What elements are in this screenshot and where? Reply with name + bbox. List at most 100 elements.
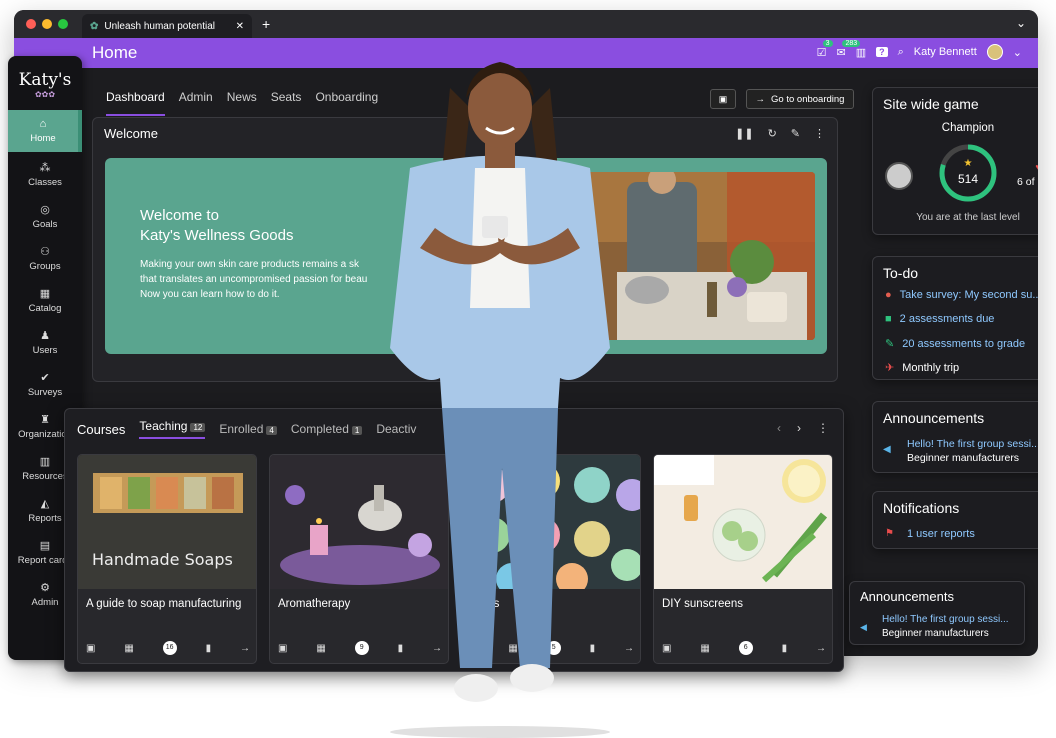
- arrow-right-icon[interactable]: →: [624, 643, 634, 654]
- announcement-text[interactable]: Hello! The first group sessi...: [882, 614, 1009, 625]
- checkbox-icon: ■: [885, 313, 892, 325]
- arrow-right-icon[interactable]: →: [816, 643, 826, 654]
- more-icon[interactable]: ⋮: [814, 127, 825, 140]
- tasks-badge: 3: [822, 39, 833, 47]
- trash-icon[interactable]: ▥: [856, 46, 866, 59]
- search-icon[interactable]: ⌕: [898, 46, 904, 59]
- sidebar-item-label: Classes: [28, 176, 62, 188]
- tab-completed[interactable]: Completed 1: [290, 422, 363, 436]
- announcement-group: Beginner manufacturers: [907, 452, 1020, 464]
- chevron-down-icon[interactable]: ⌄: [1013, 46, 1022, 59]
- chevron-left-icon[interactable]: ‹: [777, 421, 781, 435]
- document-icon[interactable]: ▮: [782, 643, 788, 654]
- report-cards-icon: ▤: [39, 539, 51, 552]
- course-info-icon[interactable]: ▣: [86, 643, 95, 654]
- course-info-icon[interactable]: ▣: [278, 643, 287, 654]
- browser-tab[interactable]: ✿ Unleash human potential ✕: [82, 14, 252, 38]
- notification-item[interactable]: 1 user reports: [907, 528, 975, 540]
- tab-label: Enrolled: [219, 422, 264, 436]
- dashboard-tabs: Dashboard Admin News Seats Onboarding: [106, 90, 378, 116]
- announcements-popover: Announcements ◀ Hello! The first group s…: [849, 581, 1025, 645]
- star-icon: ★: [963, 158, 973, 169]
- document-icon[interactable]: ▮: [206, 643, 212, 654]
- calendar-icon[interactable]: ▦: [700, 643, 709, 654]
- tab-onboarding[interactable]: Onboarding: [315, 90, 378, 116]
- course-image: [654, 455, 832, 589]
- tab-count: 1: [351, 426, 363, 435]
- person-photo: [390, 62, 610, 738]
- tasks-icon[interactable]: ☑ 3: [817, 39, 833, 59]
- todo-item[interactable]: ✎ 20 assessments to grade: [885, 337, 1025, 351]
- course-card[interactable]: Handmade Soaps A guide to soap manufactu…: [77, 454, 257, 664]
- arrow-right-icon[interactable]: →: [240, 643, 250, 654]
- sidebar-item-surveys[interactable]: ✔ Surveys: [8, 364, 82, 406]
- resources-icon: ▥: [39, 455, 51, 468]
- edit-icon[interactable]: ✎: [791, 127, 800, 140]
- users-icon: ♟: [40, 329, 50, 342]
- course-card[interactable]: DIY sunscreens ▣ ▦ 6 ▮ →: [653, 454, 833, 664]
- new-tab-button[interactable]: +: [262, 16, 270, 32]
- tab-news[interactable]: News: [227, 90, 257, 116]
- sidebar-item-catalog[interactable]: ▦ Catalog: [8, 280, 82, 322]
- todo-title: To-do: [883, 265, 919, 281]
- sidebar-item-home[interactable]: ⌂ Home: [8, 110, 82, 152]
- todo-item-label: Take survey: My second su...: [899, 289, 1038, 301]
- notifications-badge: 283: [842, 39, 861, 47]
- maximize-window-button[interactable]: [58, 19, 68, 29]
- tab-teaching[interactable]: Teaching 12: [139, 419, 206, 439]
- header-actions: ☑ 3 ✉ 283 ▥ ? ⌕ Katy Bennett ⌄: [817, 39, 1022, 60]
- tab-menu-icon[interactable]: ⌄: [1016, 16, 1026, 30]
- notifications-icon[interactable]: ✉ 283: [836, 39, 861, 59]
- calendar-icon[interactable]: ▦: [316, 643, 325, 654]
- sidebar-item-label: Surveys: [27, 386, 63, 398]
- tab-label: Unleash human potential: [104, 20, 216, 32]
- sidebar-item-goals[interactable]: ◎ Goals: [8, 196, 82, 238]
- sidebar-item-label: Admin: [31, 596, 59, 608]
- tab-label: Completed: [290, 422, 349, 436]
- flag-icon: ⚑: [885, 528, 894, 539]
- game-rank: 6 of 19: [1017, 176, 1038, 188]
- calendar-icon[interactable]: ▦: [124, 643, 133, 654]
- sidebar-item-label: Groups: [29, 260, 61, 272]
- layout-toggle-button[interactable]: ▣: [710, 89, 736, 109]
- surveys-icon: ✔: [40, 371, 50, 384]
- sidebar-item-users[interactable]: ♟ Users: [8, 322, 82, 364]
- welcome-title: Welcome: [104, 126, 158, 141]
- todo-item[interactable]: ✈ Monthly trip: [885, 361, 959, 375]
- pin-icon: ✈: [885, 362, 895, 374]
- sidebar-item-groups[interactable]: ⚇ Groups: [8, 238, 82, 280]
- refresh-icon[interactable]: ↻: [768, 127, 777, 140]
- banner-text: Making your own skin care products remai…: [140, 257, 415, 302]
- avatar: [885, 162, 913, 190]
- todo-item-label: 2 assessments due: [899, 313, 995, 325]
- tab-close-icon[interactable]: ✕: [236, 21, 244, 32]
- announcement-text[interactable]: Hello! The first group sessi...: [907, 438, 1038, 450]
- game-title: Site wide game: [883, 96, 979, 112]
- tab-seats[interactable]: Seats: [271, 90, 302, 116]
- notifications-panel: Notifications ⚑ 1 user reports: [872, 491, 1038, 549]
- tab-dashboard[interactable]: Dashboard: [106, 90, 165, 116]
- course-title: A guide to soap manufacturing: [86, 598, 242, 610]
- tab-admin[interactable]: Admin: [179, 90, 213, 116]
- home-icon: ⌂: [39, 117, 47, 130]
- tab-enrolled[interactable]: Enrolled 4: [219, 422, 277, 436]
- todo-item[interactable]: ■ 2 assessments due: [885, 313, 994, 325]
- logo-flowers-icon: ✿✿✿: [34, 90, 56, 99]
- more-icon[interactable]: ⋮: [817, 421, 829, 435]
- game-message: You are at the last level: [916, 212, 1020, 223]
- close-window-button[interactable]: [26, 19, 36, 29]
- course-actions: ▣ ▦ 16 ▮ →: [86, 641, 250, 655]
- todo-item[interactable]: ● Take survey: My second su...: [885, 289, 1038, 301]
- chevron-right-icon[interactable]: ›: [797, 421, 801, 435]
- go-to-onboarding-button[interactable]: → Go to onboarding: [746, 89, 854, 109]
- tab-count: 4: [266, 426, 277, 435]
- avatar[interactable]: [986, 44, 1003, 60]
- course-info-icon[interactable]: ▣: [662, 643, 671, 654]
- go-to-onboarding-label: Go to onboarding: [771, 93, 845, 105]
- announcement-group: Beginner manufacturers: [882, 628, 989, 639]
- help-icon[interactable]: ?: [876, 47, 888, 57]
- sidebar-item-classes[interactable]: ⁂ Classes: [8, 154, 82, 196]
- minimize-window-button[interactable]: [42, 19, 52, 29]
- user-name[interactable]: Katy Bennett: [914, 46, 977, 58]
- pause-icon[interactable]: ❚❚: [735, 127, 753, 140]
